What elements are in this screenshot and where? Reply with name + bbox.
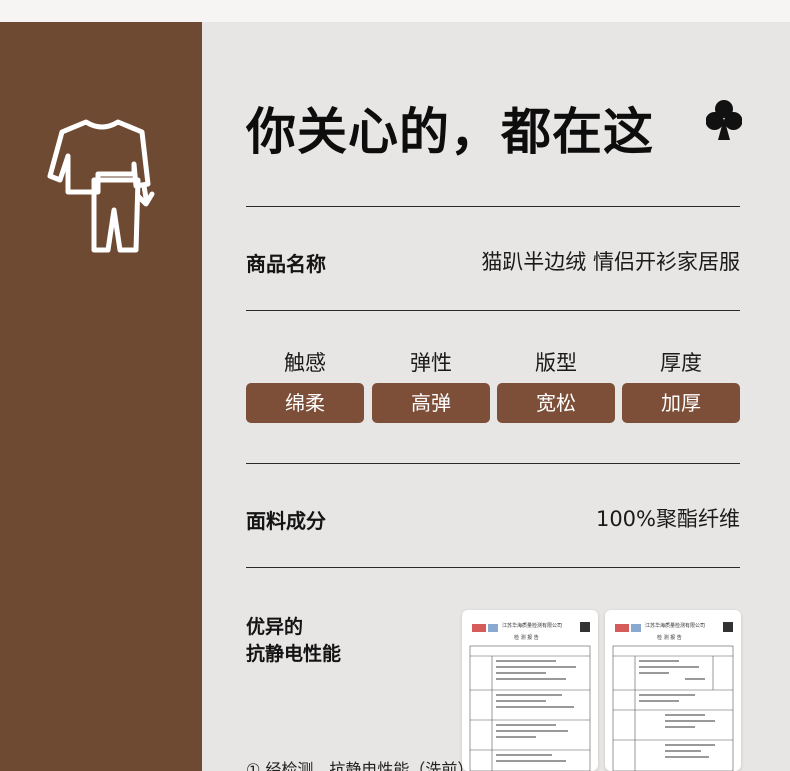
attribute-value-pill: 加厚 [622,383,740,423]
club-suit-icon [705,98,743,142]
test-report-thumbnail[interactable]: 江苏华海质量检测有限公司 检 测 报 告 [462,610,598,771]
attribute-value-pill: 宽松 [497,383,615,423]
report-header: 江苏华海质量检测有限公司 [645,623,706,629]
attribute-fit: 版型 宽松 [497,348,615,423]
attribute-touch: 触感 绵柔 [246,348,364,423]
fabric-value: 100%聚酯纤维 [595,507,740,531]
feature-heading-line: 优异的 [246,616,304,638]
attribute-caption: 触感 [284,351,326,375]
report-header: 江苏华海质量检测有限公司 [502,623,563,629]
pajamas-exchange-icon [46,114,158,254]
attribute-thickness: 厚度 加厚 [622,348,740,423]
feature-heading-line: 抗静电性能 [246,643,342,665]
attribute-value-pill: 绵柔 [246,383,364,423]
sidebar [0,22,202,771]
product-name-label: 商品名称 [246,252,326,276]
report-title: 检 测 报 告 [657,635,682,641]
product-name-value: 猫趴半边绒 情侣开衫家居服 [481,250,740,274]
attribute-value-pill: 高弹 [372,383,490,423]
divider [246,310,740,311]
attribute-caption: 弹性 [410,351,452,375]
attribute-caption: 厚度 [660,351,702,375]
test-report-thumbnail[interactable]: 江苏华海质量检测有限公司 检 测 报 告 [605,610,741,771]
page-title: 你关心的，都在这 [246,103,654,161]
attribute-elasticity: 弹性 高弹 [372,348,490,423]
fabric-label: 面料成分 [246,509,326,533]
divider [246,567,740,568]
divider [246,463,740,464]
feature-heading: 优异的 抗静电性能 [246,614,341,668]
top-strip [0,0,790,22]
divider [246,206,740,207]
attribute-caption: 版型 [535,351,577,375]
report-title: 检 测 报 告 [514,635,539,641]
